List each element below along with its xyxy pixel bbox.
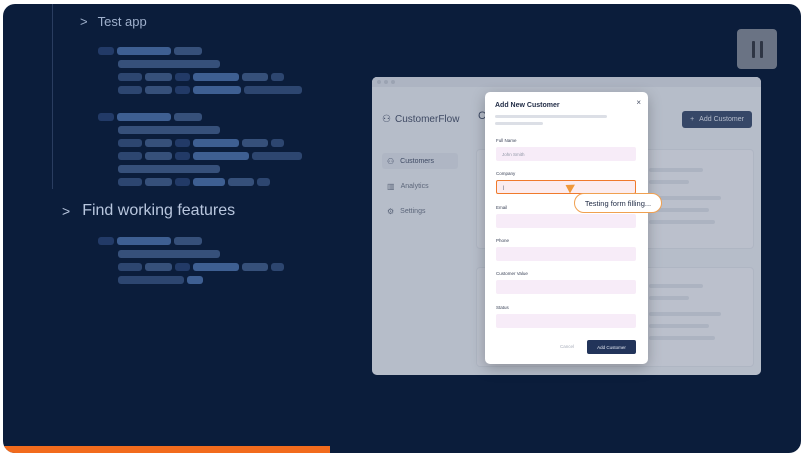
code-line <box>98 126 305 134</box>
add-customer-submit-button[interactable]: Add Customer <box>587 340 636 354</box>
code-line <box>98 152 305 160</box>
description-placeholder <box>495 122 543 125</box>
code-line <box>98 47 305 55</box>
description-placeholder <box>495 115 607 118</box>
agent-status-tooltip: Testing form filling... <box>574 193 662 213</box>
status-select[interactable] <box>496 314 636 328</box>
progress-bar <box>3 446 331 453</box>
step-test-app: > Test app <box>80 14 147 29</box>
code-line <box>98 139 305 147</box>
step-connector <box>52 4 53 189</box>
full-name-input[interactable]: John Smith <box>496 147 636 161</box>
code-block <box>98 47 305 99</box>
code-line <box>98 60 305 68</box>
step-find-working-features: > Find working features <box>62 202 235 220</box>
pause-button[interactable] <box>737 29 777 69</box>
field-label-company: Company <box>496 171 516 176</box>
field-label-email: Email <box>496 205 508 210</box>
code-line <box>98 237 287 245</box>
customer-value-input[interactable] <box>496 280 636 294</box>
email-input[interactable] <box>496 214 636 228</box>
code-line <box>98 276 287 284</box>
field-label-status: Status <box>496 305 509 310</box>
code-block <box>98 113 305 191</box>
code-line <box>98 263 287 271</box>
chevron-right-icon: > <box>80 14 88 29</box>
code-line <box>98 178 305 186</box>
code-block <box>98 237 287 289</box>
code-line <box>98 165 305 173</box>
field-label-phone: Phone <box>496 238 510 243</box>
code-line <box>98 73 305 81</box>
close-icon[interactable]: × <box>636 98 641 107</box>
field-label-full-name: Full Name <box>496 138 517 143</box>
pause-icon <box>751 40 755 58</box>
chevron-right-icon: > <box>62 203 71 219</box>
code-line <box>98 86 305 94</box>
step-label: Test app <box>97 14 147 29</box>
phone-input[interactable] <box>496 247 636 261</box>
field-label-customer-value: Customer Value <box>496 271 528 276</box>
code-line <box>98 250 287 258</box>
dialog-title: Add New Customer <box>495 102 560 109</box>
code-line <box>98 113 305 121</box>
add-customer-dialog: Add New Customer × Full Name John Smith … <box>485 92 648 364</box>
cancel-button[interactable]: Cancel <box>560 344 574 349</box>
step-label: Find working features <box>82 202 236 219</box>
